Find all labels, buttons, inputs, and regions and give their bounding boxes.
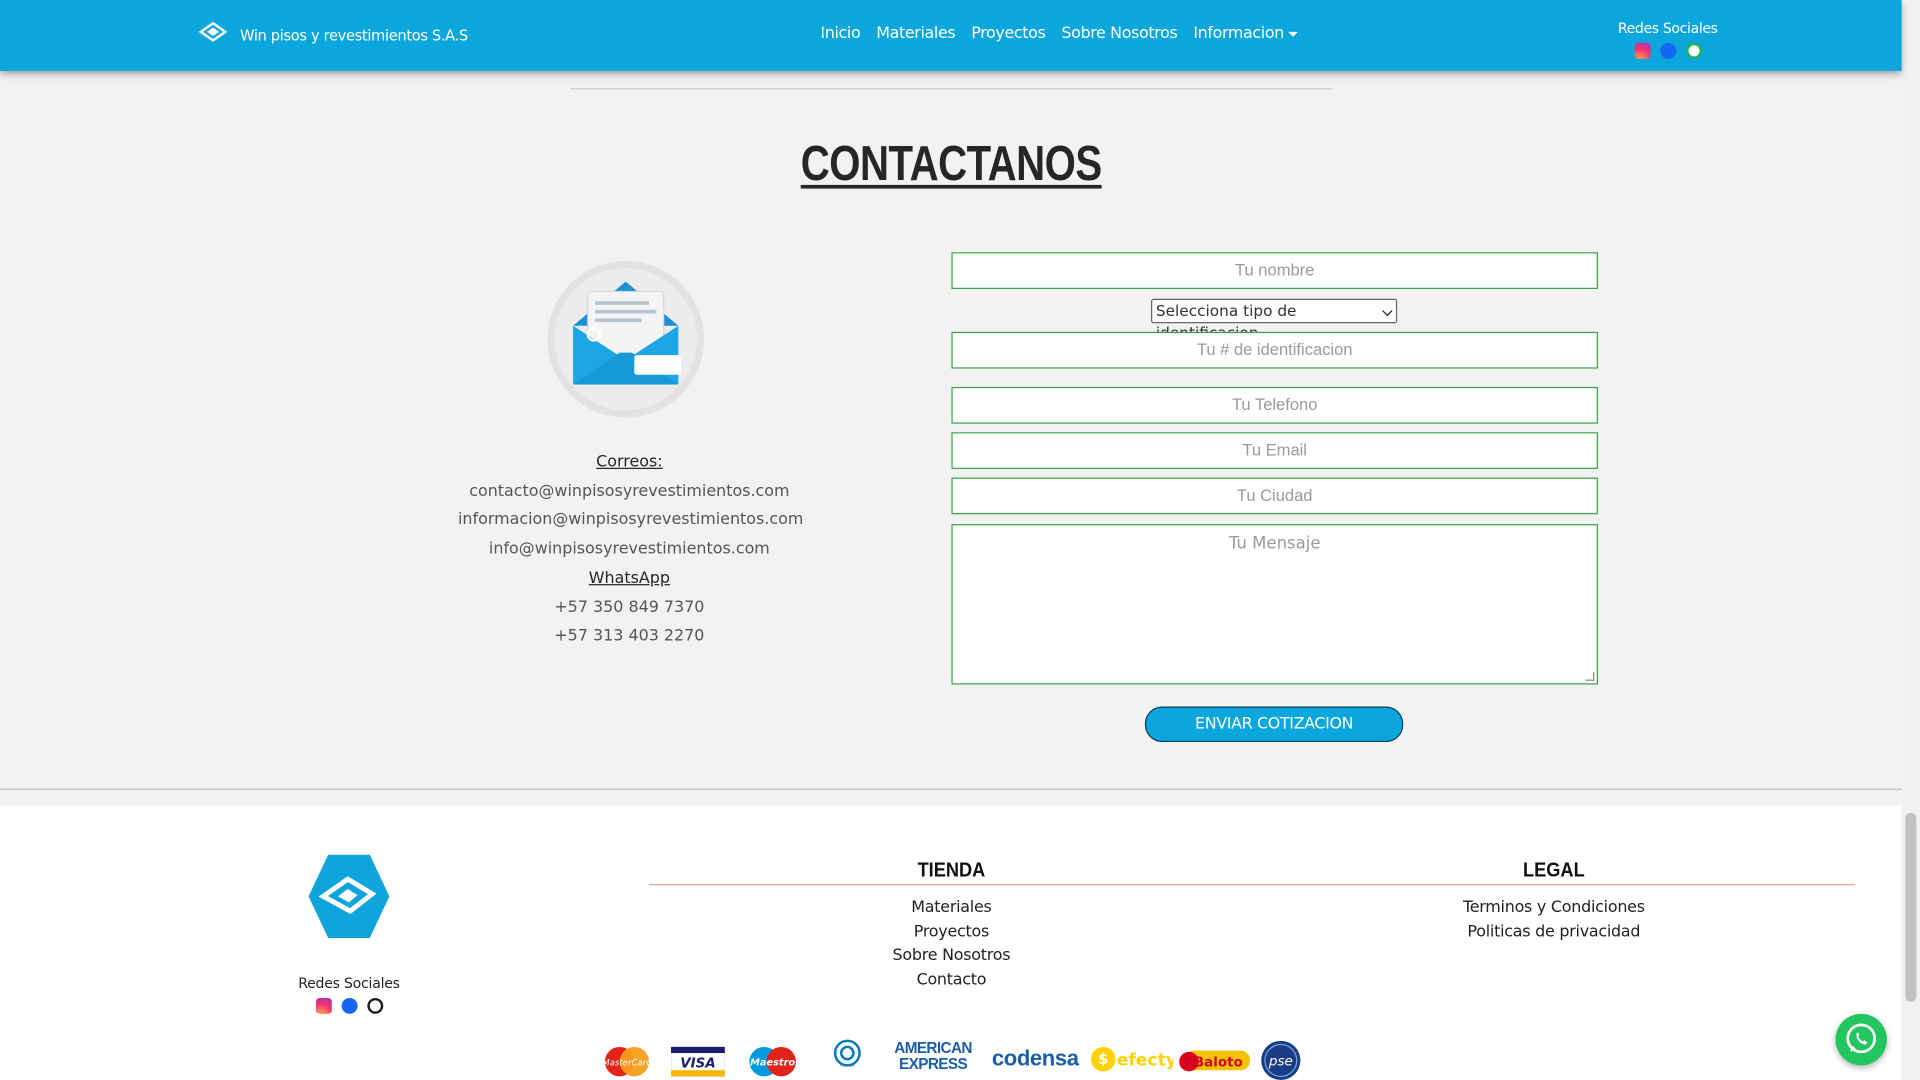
baloto-label: Baloto — [1194, 1056, 1243, 1071]
footer-link-proyectos[interactable]: Proyectos — [853, 920, 1049, 944]
codensa-logo: codensa — [991, 1045, 1079, 1071]
nav-social-icons — [1616, 42, 1719, 59]
legal-heading: LEGAL — [1523, 859, 1585, 882]
mastercard-logo: MasterCard — [602, 1046, 652, 1078]
footer-social-icons — [288, 997, 410, 1014]
phone-field[interactable]: Tu Telefono — [951, 386, 1598, 424]
visa-logo: VISA — [670, 1046, 726, 1078]
divider — [570, 88, 1333, 90]
footer-divider — [648, 884, 1856, 886]
emails-heading: Correos: — [596, 453, 663, 472]
contact-info: Correos: contacto@winpisosyrevestimiento… — [458, 448, 803, 651]
email-link[interactable]: informacion@winpisosyrevestimientos.com — [458, 506, 803, 535]
mastercard-label: MasterCard — [602, 1058, 651, 1068]
whatsapp-heading: WhatsApp — [588, 569, 670, 588]
baloto-logo: Baloto — [1179, 1046, 1251, 1075]
amex-line-1: AMERICAN — [894, 1039, 972, 1057]
id-number-field[interactable]: Tu # de identificacion — [951, 331, 1598, 369]
id-type-select[interactable]: Selecciona tipo de identificacion — [1151, 298, 1398, 342]
envelope-icon — [546, 260, 705, 419]
instagram-icon[interactable] — [1634, 42, 1650, 59]
nav-social-title: Redes Sociales — [1617, 19, 1718, 37]
brand-name: Win pisos y revestimientos S.A.S — [240, 26, 468, 45]
tienda-heading: TIENDA — [917, 859, 986, 882]
nav-link-proyectos[interactable]: Proyectos — [971, 24, 1046, 42]
whatsapp-icon[interactable] — [366, 997, 383, 1014]
instagram-icon[interactable] — [315, 997, 332, 1014]
footer-link-terminos[interactable]: Terminos y Condiciones — [1431, 896, 1676, 920]
brand[interactable]: Win pisos y revestimientos S.A.S — [198, 21, 468, 50]
name-field[interactable]: Tu nombre — [951, 252, 1598, 289]
nav-social: Redes Sociales — [1616, 20, 1719, 59]
footer-logo-icon[interactable] — [306, 852, 392, 940]
facebook-icon[interactable] — [1659, 42, 1676, 59]
whatsapp-float-button[interactable] — [1835, 1013, 1887, 1066]
footer-link-privacidad[interactable]: Politicas de privacidad — [1431, 920, 1676, 944]
nav-link-sobre-nosotros[interactable]: Sobre Nosotros — [1061, 24, 1177, 42]
brand-logo-icon — [198, 21, 228, 50]
phone-number[interactable]: +57 313 403 2270 — [458, 622, 801, 651]
page: Win pisos y revestimientos S.A.S Inicio … — [0, 0, 1920, 1080]
efecty-logo: $ efecty — [1090, 1043, 1177, 1075]
email-link[interactable]: info@winpisosyrevestimientos.com — [458, 535, 801, 564]
payment-methods: MasterCard VISA Maestro Diners Club AMER… — [600, 1038, 1310, 1080]
nav-link-inicio[interactable]: Inicio — [820, 24, 860, 42]
phone-number[interactable]: +57 350 849 7370 — [458, 593, 801, 622]
american-express-logo: AMERICAN EXPRESS — [889, 1039, 977, 1078]
nav-link-materiales[interactable]: Materiales — [876, 24, 955, 42]
message-placeholder: Tu Mensaje — [1228, 533, 1321, 554]
diners-club-logo: Diners Club — [833, 1038, 862, 1068]
footer-link-contacto[interactable]: Contacto — [853, 968, 1049, 992]
email-link[interactable]: contacto@winpisosyrevestimientos.com — [458, 477, 801, 506]
nav-dropdown-informacion[interactable]: Informacion — [1193, 24, 1298, 43]
resize-handle-icon[interactable] — [1585, 672, 1595, 681]
svg-text:$: $ — [1098, 1051, 1108, 1068]
footer-link-sobre-nosotros[interactable]: Sobre Nosotros — [853, 944, 1049, 968]
visa-label: VISA — [680, 1057, 716, 1072]
whatsapp-icon — [1846, 1023, 1877, 1054]
contact-section-title: CONTACTANOS — [0, 137, 1902, 192]
maestro-logo: Maestro — [744, 1046, 800, 1078]
efecty-label: efecty — [1117, 1050, 1173, 1070]
scrollbar-thumb[interactable] — [1905, 813, 1917, 1002]
submit-quote-button[interactable]: ENVIAR COTIZACION — [1144, 706, 1404, 743]
footer: Redes Sociales TIENDA LEGAL Materiales P… — [0, 805, 1902, 1080]
maestro-label: Maestro — [750, 1057, 795, 1068]
pse-logo: pse — [1259, 1038, 1303, 1080]
whatsapp-icon[interactable] — [1685, 42, 1702, 59]
nav-dropdown-label: Informacion — [1193, 24, 1284, 43]
amex-line-2: EXPRESS — [899, 1055, 968, 1073]
legal-links: Terminos y Condiciones Politicas de priv… — [1431, 896, 1676, 944]
footer-social-title: Redes Sociales — [298, 974, 400, 992]
page-scrollbar[interactable] — [1901, 0, 1920, 1080]
caret-down-icon — [1287, 31, 1298, 37]
nav-menu: Inicio Materiales Proyectos Sobre Nosotr… — [820, 24, 1298, 43]
contact-title-text: CONTACTANOS — [800, 137, 1102, 192]
footer-social: Redes Sociales — [288, 975, 410, 1014]
email-field[interactable]: Tu Email — [951, 432, 1598, 469]
top-navbar: Win pisos y revestimientos S.A.S Inicio … — [0, 0, 1902, 72]
city-field[interactable]: Tu Ciudad — [951, 477, 1598, 515]
chevron-down-icon — [1382, 305, 1393, 317]
diners-label: Diners Club — [840, 1065, 855, 1068]
facebook-icon[interactable] — [341, 997, 357, 1014]
message-field[interactable]: Tu Mensaje — [951, 524, 1598, 685]
tienda-links: Materiales Proyectos Sobre Nosotros Cont… — [853, 896, 1049, 992]
pse-label: pse — [1268, 1054, 1293, 1069]
section-divider — [0, 788, 1902, 790]
footer-link-materiales[interactable]: Materiales — [853, 896, 1049, 920]
